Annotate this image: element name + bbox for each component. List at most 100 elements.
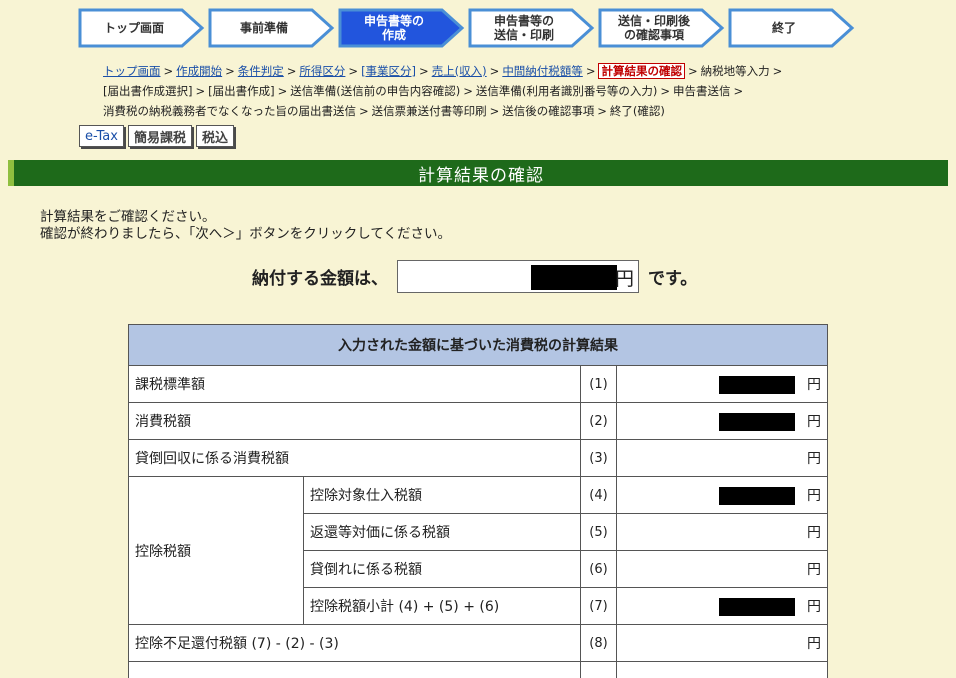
breadcrumb-separator: > [225, 64, 235, 78]
redacted-amount [719, 487, 795, 505]
breadcrumb-item: 送信準備(送信前の申告内容確認) [290, 84, 461, 98]
step-preparation[interactable]: 事前準備 [208, 8, 336, 48]
row-value: 円 [616, 513, 828, 551]
step-navigation: トップ画面 事前準備 申告書等の 作成 申告書等の 送信・印刷 送信・印刷後 の… [78, 8, 858, 50]
payment-lead-text: 納付する金額は、 [252, 268, 388, 289]
breadcrumb-link[interactable]: 作成開始 [176, 64, 222, 78]
page-title: 計算結果の確認 [418, 165, 544, 186]
redacted-amount [719, 376, 795, 394]
row-value: 円 [616, 365, 828, 403]
breadcrumb-separator: > [163, 64, 174, 78]
breadcrumb-current: 計算結果の確認 [598, 63, 685, 79]
mode-buttons: e-Tax 簡易課税 税込 [79, 125, 234, 147]
row-label: 控除不足還付税額 (7) - (2) - (3) [128, 624, 581, 662]
breadcrumb-link[interactable]: 売上(収入) [432, 64, 487, 78]
breadcrumb-item: 申告書送信 [673, 84, 731, 98]
row-number: (5) [580, 513, 617, 551]
row-value: 円 [616, 624, 828, 662]
table-row: 控除税額 控除対象仕入税額 (4) 円 [128, 476, 828, 625]
step-label: 事前準備 [239, 21, 288, 35]
breadcrumb-separator: > [733, 84, 744, 98]
instruction-line-1: 計算結果をご確認ください。 [40, 209, 216, 225]
row-label: 貸倒回収に係る消費税額 [128, 439, 581, 477]
simple-tax-button[interactable]: 簡易課税 [127, 125, 192, 147]
row-number: (1) [580, 365, 617, 403]
step-send-print[interactable]: 申告書等の 送信・印刷 [468, 8, 596, 48]
table-row: 貸倒回収に係る消費税額 (3) 円 [128, 439, 828, 477]
breadcrumb-link[interactable]: 中間納付税額等 [502, 64, 583, 78]
row-value [616, 661, 828, 678]
breadcrumb-item: [届出書作成選択] [103, 84, 193, 98]
row-number: (7) [580, 587, 617, 625]
yen-unit: 円 [807, 599, 821, 615]
table-header: 入力された金額に基づいた消費税の計算結果 [128, 324, 828, 366]
redacted-amount [531, 264, 617, 290]
breadcrumb-separator: > [195, 84, 206, 98]
breadcrumb-separator: > [348, 64, 359, 78]
row-number [580, 661, 617, 678]
redacted-amount [719, 413, 795, 431]
step-post-send-check[interactable]: 送信・印刷後 の確認事項 [598, 8, 726, 48]
breadcrumb-separator: > [597, 104, 607, 118]
step-label: 申告書等の 送信・印刷 [493, 14, 554, 42]
breadcrumb-separator: > [585, 64, 596, 78]
row-label: 控除対象仕入税額 [303, 476, 581, 514]
row-label: 消費税額 [128, 402, 581, 440]
row-number: (2) [580, 402, 617, 440]
step-label: 終了 [771, 21, 796, 35]
table-row: 控除不足還付税額 (7) - (2) - (3) (8) 円 [128, 624, 828, 662]
instructions: 計算結果をご確認ください。 確認が終わりましたら、「次へ＞」ボタンをクリックして… [40, 209, 451, 243]
step-label: 申告書等の 作成 [363, 14, 424, 42]
payment-amount-line: 納付する金額は、 円 です。 [252, 259, 697, 293]
breadcrumb-separator: > [359, 104, 369, 118]
breadcrumb-link[interactable]: 所得区分 [299, 64, 345, 78]
row-number: (6) [580, 550, 617, 588]
breadcrumb-separator: > [419, 64, 429, 78]
yen-unit: 円 [807, 414, 821, 430]
breadcrumb-link[interactable]: トップ画面 [103, 64, 161, 78]
step-top-screen[interactable]: トップ画面 [78, 8, 206, 48]
breadcrumb-separator: > [489, 104, 500, 118]
row-value: 円 [616, 550, 828, 588]
payment-amount-box: 円 [397, 259, 639, 293]
table-row: 課税標準額 (1) 円 [128, 365, 828, 403]
row-label: 控除税額小計 (4) + (5) + (6) [303, 587, 581, 625]
row-label: 貸倒れに係る税額 [303, 550, 581, 588]
calculation-result-table: 入力された金額に基づいた消費税の計算結果 課税標準額 (1) 円 消費税額 (2… [128, 324, 828, 678]
row-label [128, 661, 581, 678]
etax-button[interactable]: e-Tax [79, 125, 124, 147]
breadcrumb-link[interactable]: [事業区分] [361, 64, 416, 78]
breadcrumb-item: [届出書作成] [208, 84, 275, 98]
step-create-return[interactable]: 申告書等の 作成 [338, 8, 466, 48]
breadcrumb-separator: > [687, 64, 698, 78]
breadcrumb-separator: > [286, 64, 297, 78]
breadcrumb-item: 送信票兼送付書等印刷 [371, 104, 487, 118]
payment-tail-text: です。 [648, 268, 698, 289]
breadcrumb-item: 送信準備(利用者識別番号等の入力) [475, 84, 658, 98]
row-number: (3) [580, 439, 617, 477]
page-title-bar: 計算結果の確認 [8, 160, 948, 186]
yen-unit: 円 [807, 451, 821, 467]
row-value: 円 [616, 587, 828, 625]
yen-unit: 円 [807, 636, 821, 652]
breadcrumb-separator: > [772, 64, 783, 78]
breadcrumb-item: 納税地等入力 [700, 64, 770, 78]
row-value: 円 [616, 476, 828, 514]
tax-inclusive-button[interactable]: 税込 [195, 125, 234, 147]
breadcrumb-separator: > [660, 84, 670, 98]
table-row-cut-off [128, 661, 828, 678]
breadcrumb-separator: > [463, 84, 473, 98]
step-label: 送信・印刷後 の確認事項 [617, 14, 690, 42]
step-finish[interactable]: 終了 [728, 8, 856, 48]
breadcrumb: トップ画面 > 作成開始 > 条件判定 > 所得区分 > [事業区分] > 売上(収入) > 中間納付税… [103, 61, 823, 121]
yen-unit: 円 [807, 525, 821, 541]
breadcrumb-item: 消費税の納税義務者でなくなった旨の届出書送信 [103, 104, 356, 118]
breadcrumb-separator: > [277, 84, 288, 98]
step-label: トップ画面 [103, 21, 164, 35]
yen-unit: 円 [807, 377, 821, 393]
row-number: (8) [580, 624, 617, 662]
deduction-group-label: 控除税額 [128, 476, 304, 625]
yen-unit: 円 [807, 562, 821, 578]
breadcrumb-item: 終了(確認) [609, 104, 665, 118]
breadcrumb-link[interactable]: 条件判定 [238, 64, 284, 78]
